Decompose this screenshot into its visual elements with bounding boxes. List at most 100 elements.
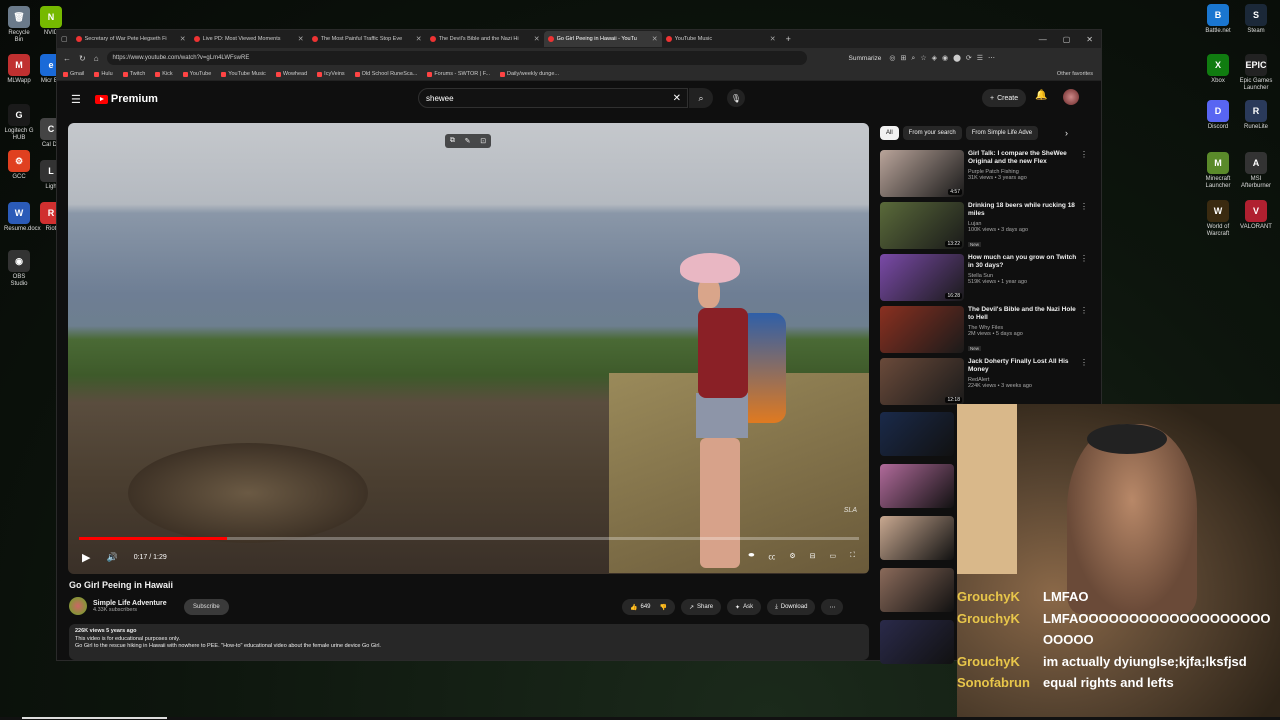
browser-tab[interactable]: The Most Painful Traffic Stop Eve ✕ [308, 31, 426, 47]
close-window-icon[interactable]: ✕ [1086, 35, 1093, 44]
player-overlay-buttons[interactable]: ⧉ ✎ ⊡ [445, 134, 491, 148]
more-vertical-icon[interactable]: ⋮ [1080, 150, 1088, 159]
volume-icon[interactable]: 🔊 [106, 552, 117, 563]
tab-close-icon[interactable]: ✕ [180, 35, 186, 43]
play-icon[interactable]: ▶ [82, 551, 90, 564]
recommendation-item[interactable]: 13:22 Drinking 18 beers while rucking 18 … [880, 202, 1090, 254]
recommendation-title[interactable]: Drinking 18 beers while rucking 18 miles [968, 202, 1090, 219]
description-box[interactable]: 226K views 5 years ago This video is for… [69, 624, 869, 660]
browser-menu-icon[interactable]: ▢ [61, 35, 68, 43]
filter-chip[interactable]: All [880, 126, 899, 140]
other-favorites[interactable]: Other favorites [1057, 71, 1093, 77]
more-vertical-icon[interactable]: ⋮ [1080, 254, 1088, 263]
captions-icon[interactable]: ㏄ [768, 552, 775, 562]
subscribe-button[interactable]: Subscribe [184, 599, 229, 615]
search-input[interactable]: shewee ✕ [418, 88, 688, 108]
tab-close-icon[interactable]: ✕ [534, 35, 540, 43]
desktop-icon[interactable]: ◉ OBS Studio [4, 250, 34, 288]
bookmark-item[interactable]: Forums - SWTOR | F... [427, 71, 490, 77]
tab-close-icon[interactable]: ✕ [298, 35, 304, 43]
bookmark-item[interactable]: Wowhead [275, 71, 307, 77]
minimize-icon[interactable]: — [1039, 35, 1047, 44]
home-icon[interactable]: ⌂ [94, 54, 99, 63]
filter-chip[interactable]: From your search [902, 126, 962, 140]
bookmark-item[interactable]: Hulu [94, 71, 113, 77]
recommendation-item[interactable]: 12:18 Jack Doherty Finally Lost All His M… [880, 358, 1090, 410]
miniplayer-icon[interactable]: ⧉ [450, 137, 455, 145]
desktop-icon[interactable]: W Resume.docx [4, 202, 41, 233]
summarize-button[interactable]: Summarize [849, 55, 882, 62]
bookmark-item[interactable]: YouTube [182, 71, 211, 77]
create-button[interactable]: + Create [982, 89, 1027, 107]
desktop-icon[interactable]: S Steam [1236, 4, 1276, 35]
clear-search-icon[interactable]: ✕ [673, 93, 681, 104]
desktop-icon[interactable]: 🗑 Recycle Bin [4, 6, 34, 44]
pip-icon[interactable]: ⊡ [480, 137, 486, 145]
download-button[interactable]: ⤓ Download [767, 599, 816, 615]
taskbar-item[interactable] [22, 717, 167, 719]
tab-close-icon[interactable]: ✕ [652, 35, 658, 43]
channel-name[interactable]: Simple Life Adventure [93, 600, 167, 607]
desktop-icon[interactable]: X Xbox [1198, 54, 1238, 85]
video-thumbnail[interactable] [880, 412, 954, 456]
bookmark-item[interactable]: YouTube Music [221, 71, 266, 77]
tab-close-icon[interactable]: ✕ [770, 35, 776, 43]
bookmark-item[interactable]: Gmail [63, 71, 84, 77]
recommendation-title[interactable]: The Devil's Bible and the Nazi Hole to H… [968, 306, 1090, 323]
new-tab-button[interactable]: + [786, 34, 791, 44]
browser-tab[interactable]: Go Girl Peeing in Hawaii - YouTu ✕ [543, 31, 662, 47]
desktop-icon[interactable]: M MLWapp [4, 54, 34, 85]
desktop-icon[interactable]: R RuneLite [1236, 100, 1276, 131]
toggle-icon[interactable]: ⬬ [748, 552, 754, 562]
search-button[interactable]: ⌕ [689, 88, 713, 108]
menu-icon[interactable]: ☰ [71, 93, 81, 106]
thumbs-down-icon[interactable]: 👎 [660, 604, 667, 611]
video-thumbnail[interactable]: 4:57 [880, 150, 964, 197]
desktop-icon[interactable]: B Battle.net [1198, 4, 1238, 35]
video-thumbnail[interactable] [880, 620, 954, 664]
desktop-icon[interactable]: G Logitech G HUB [4, 104, 34, 142]
more-actions-button[interactable]: ⋯ [821, 599, 844, 615]
video-thumbnail[interactable]: 13:22 [880, 202, 964, 249]
recommendation-item[interactable]: 16:28 How much can you grow on Twitch in … [880, 254, 1090, 306]
chevron-right-icon[interactable]: › [1065, 128, 1068, 138]
desktop-icon[interactable]: D Discord [1198, 100, 1238, 131]
video-player[interactable]: ⧉ ✎ ⊡ SLA ▶ 🔊 0:17 / 1:29 ⬬ ㏄ ⚙ ⊟ ▭ ⛶ [68, 123, 869, 574]
recommendation-title[interactable]: Jack Doherty Finally Lost All His Money [968, 358, 1090, 375]
ask-button[interactable]: ✦ Ask [727, 599, 762, 615]
recommendation-item[interactable]: The Devil's Bible and the Nazi Hole to H… [880, 306, 1090, 358]
recommendation-title[interactable]: How much can you grow on Twitch in 30 da… [968, 254, 1090, 271]
browser-tab[interactable]: YouTube Music ✕ [662, 31, 780, 47]
account-avatar[interactable] [1063, 89, 1079, 105]
youtube-logo[interactable]: Premium [94, 93, 158, 105]
video-thumbnail[interactable]: 16:28 [880, 254, 964, 301]
bookmark-item[interactable]: Twitch [122, 71, 145, 77]
video-thumbnail[interactable]: 12:18 [880, 358, 964, 405]
video-thumbnail[interactable] [880, 464, 954, 508]
like-button[interactable]: 👍 649 👎 [622, 599, 675, 615]
video-thumbnail[interactable] [880, 568, 954, 612]
bookmark-item[interactable]: IcyVeins [317, 71, 345, 77]
tab-close-icon[interactable]: ✕ [416, 35, 422, 43]
maximize-icon[interactable]: ▢ [1063, 35, 1071, 44]
desktop-icon[interactable]: ⚙ GCC [4, 150, 34, 181]
url-field[interactable]: https://www.youtube.com/watch?v=gLm4LWFs… [106, 51, 807, 65]
filter-chip[interactable]: From Simple Life Adve [965, 126, 1039, 140]
edit-icon[interactable]: ✎ [465, 137, 471, 145]
theater-icon[interactable]: ▭ [829, 552, 836, 562]
browser-tab[interactable]: Secretary of War Pete Hegseth Fi ✕ [72, 31, 190, 47]
more-vertical-icon[interactable]: ⋮ [1080, 306, 1088, 315]
browser-tab[interactable]: The Devil's Bible and the Nazi Hi ✕ [426, 31, 544, 47]
video-thumbnail[interactable] [880, 306, 964, 353]
bookmark-item[interactable]: Kick [155, 71, 173, 77]
browser-tab[interactable]: Live PD: Most Viewed Moments ✕ [190, 31, 308, 47]
extension-icons[interactable]: ◎⊞⌕☆◈◉⬤⟳☰⋯ [889, 54, 1000, 63]
video-thumbnail[interactable] [880, 516, 954, 560]
reload-icon[interactable]: ↻ [79, 54, 86, 63]
recommendation-item[interactable]: 4:57 Girl Talk: I compare the SheWee Orig… [880, 150, 1090, 202]
more-vertical-icon[interactable]: ⋮ [1080, 358, 1088, 367]
bookmark-item[interactable]: Daily/weekly dunge... [500, 71, 559, 77]
progress-bar[interactable] [79, 537, 859, 540]
desktop-icon[interactable]: A MSI Afterburner [1236, 152, 1276, 190]
desktop-icon[interactable]: V VALORANT [1236, 200, 1276, 231]
